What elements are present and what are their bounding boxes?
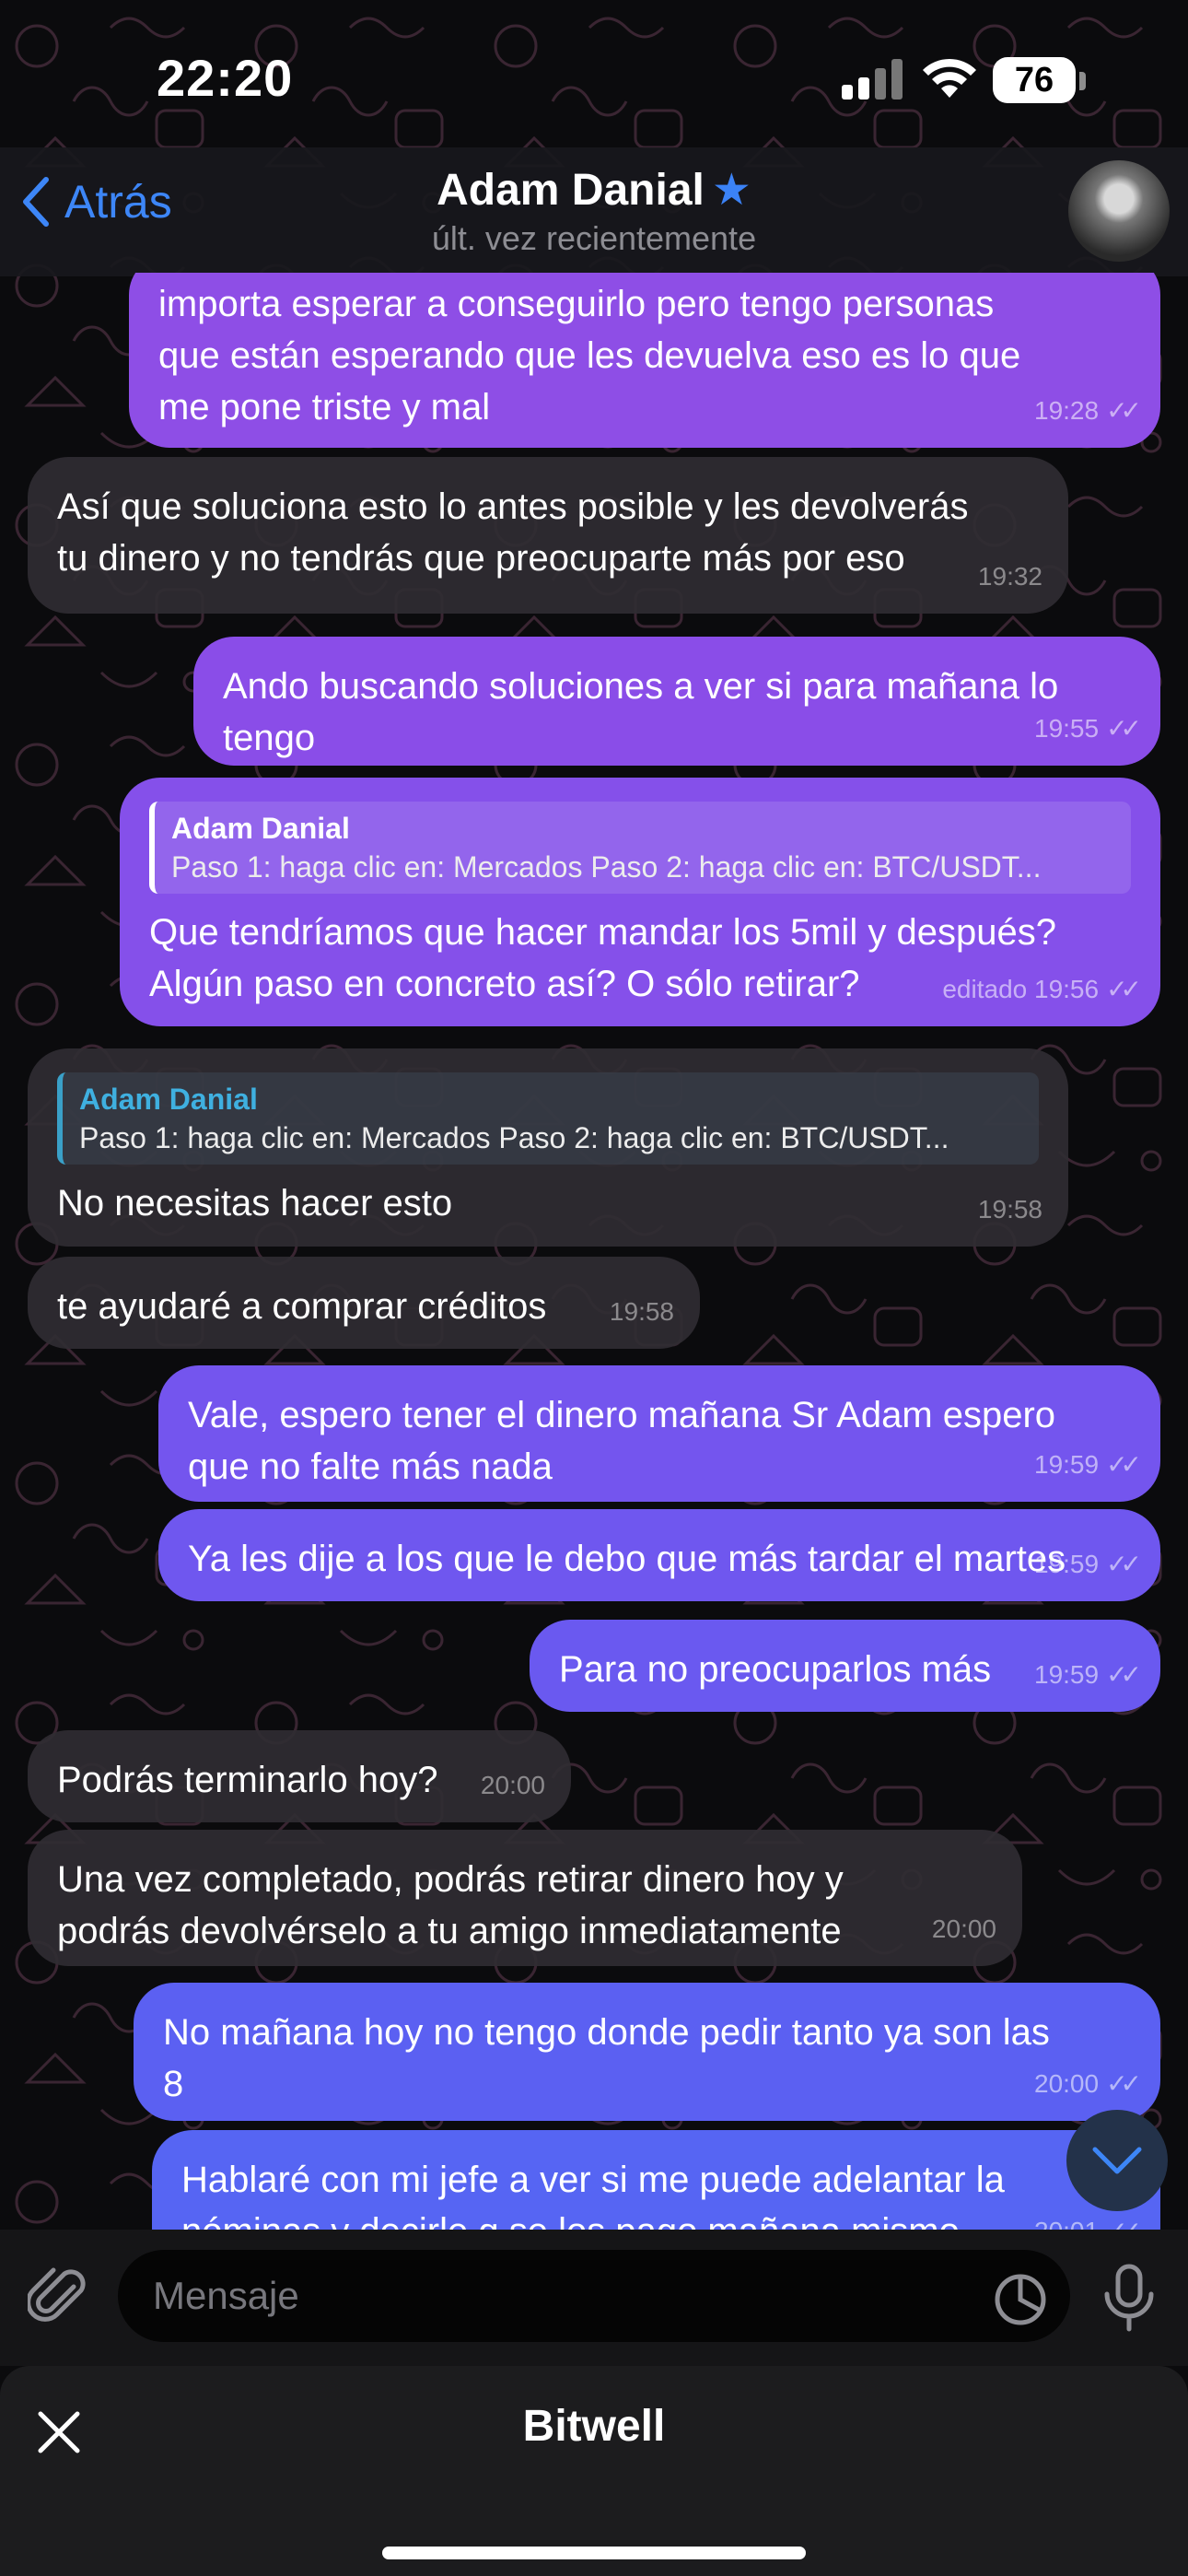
message-meta: editado 19:56 ✓✓ [942, 964, 1142, 1015]
message-meta: 19:59 ✓✓ [1034, 1649, 1142, 1701]
last-seen-status: últ. vez recientemente [431, 219, 757, 257]
incoming-message[interactable]: Una vez completado, podrás retirar diner… [28, 1830, 1022, 1966]
cellular-signal-icon [842, 59, 903, 100]
paperclip-icon[interactable] [28, 2266, 92, 2331]
message-time: 19:28 [1034, 396, 1100, 425]
message-meta: 19:58 [978, 1184, 1042, 1235]
avatar[interactable] [1068, 160, 1170, 262]
message-input-placeholder: Mensaje [153, 2274, 299, 2317]
sticker-icon[interactable] [993, 2272, 1048, 2327]
message-text: No necesitas hacer esto [57, 1183, 453, 1224]
microphone-icon[interactable] [1101, 2263, 1157, 2333]
message-meta: 20:00 [481, 1760, 545, 1811]
message-text: Hablaré con mi jefe a ver si me puede ad… [181, 2160, 1005, 2231]
double-check-icon: ✓✓ [1106, 975, 1142, 1003]
outgoing-message[interactable]: importa esperar a conseguirlo pero tengo… [129, 273, 1160, 448]
outgoing-message[interactable]: Hablaré con mi jefe a ver si me puede ad… [152, 2130, 1160, 2231]
message-time: 20:00 [480, 1771, 545, 1799]
message-text: Ando buscando soluciones a ver si para m… [223, 666, 1059, 758]
star-icon: ★ [711, 166, 751, 215]
message-text: No mañana hoy no tengo donde pedir tanto… [163, 2012, 1050, 2104]
message-text: Ya les dije a los que le debo que más ta… [188, 1539, 1066, 1579]
sheet-title: Bitwell [522, 2402, 666, 2451]
incoming-message[interactable]: Adam Danial Paso 1: haga clic en: Mercado… [28, 1048, 1068, 1247]
double-check-icon: ✓✓ [1106, 1450, 1142, 1479]
message-meta: 19:59 ✓✓ [1034, 1439, 1142, 1491]
message-time: 19:59 [1034, 1450, 1100, 1479]
chat-header: Atrás Adam Danial ★ últ. vez recientement… [0, 147, 1188, 276]
battery-indicator: 76 [993, 57, 1076, 103]
battery-tip [1079, 72, 1086, 90]
chevron-down-icon [1092, 2147, 1142, 2174]
message-time: 19:59 [1034, 1660, 1100, 1689]
incoming-message[interactable]: Podrás terminarlo hoy? 20:00 [28, 1730, 571, 1822]
reply-snippet: Paso 1: haga clic en: Mercados Paso 2: h… [171, 850, 1042, 884]
home-indicator [382, 2547, 806, 2559]
outgoing-message[interactable]: Vale, espero tener el dinero mañana Sr A… [158, 1365, 1160, 1502]
message-meta: 19:28 ✓✓ [1034, 385, 1142, 437]
message-meta: 20:00 ✓✓ [1034, 2058, 1142, 2110]
outgoing-message[interactable]: No mañana hoy no tengo donde pedir tanto… [134, 1983, 1160, 2121]
bottom-sheet: Bitwell [0, 2366, 1188, 2576]
message-meta: 20:00 [932, 1903, 996, 1955]
double-check-icon: ✓✓ [1106, 714, 1142, 743]
double-check-icon: ✓✓ [1106, 396, 1142, 425]
message-meta: 19:58 [610, 1286, 674, 1338]
battery-level: 76 [1014, 60, 1054, 100]
message-text: te ayudaré a comprar créditos [57, 1286, 547, 1327]
outgoing-message[interactable]: Para no preocuparlos más 19:59 ✓✓ [530, 1620, 1160, 1712]
message-text: importa esperar a conseguirlo pero tengo… [158, 284, 1021, 427]
reply-quote[interactable]: Adam Danial Paso 1: haga clic en: Mercado… [149, 802, 1131, 894]
scroll-down-button[interactable] [1066, 2110, 1168, 2211]
message-time: 20:00 [1034, 2069, 1100, 2098]
reply-quote[interactable]: Adam Danial Paso 1: haga clic en: Mercado… [57, 1072, 1039, 1165]
double-check-icon: ✓✓ [1106, 1550, 1142, 1578]
message-time: 19:58 [609, 1297, 674, 1326]
reply-author: Adam Danial [171, 812, 350, 845]
status-bar: 22:20 76 [0, 0, 1188, 157]
incoming-message[interactable]: Así que soluciona esto lo antes posible … [28, 457, 1068, 614]
message-time: 19:32 [977, 562, 1042, 591]
reply-snippet: Paso 1: haga clic en: Mercados Paso 2: h… [79, 1121, 949, 1154]
incoming-message[interactable]: te ayudaré a comprar créditos 19:58 [28, 1257, 700, 1349]
message-time: 19:59 [1034, 1550, 1100, 1578]
message-input[interactable]: Mensaje [118, 2250, 1070, 2342]
chat-title[interactable]: Adam Danial ★ [0, 164, 1188, 216]
message-text: Una vez completado, podrás retirar diner… [57, 1859, 844, 1951]
message-list[interactable]: importa esperar a conseguirlo pero tengo… [0, 273, 1188, 2231]
reply-author: Adam Danial [79, 1083, 258, 1116]
outgoing-message[interactable]: Adam Danial Paso 1: haga clic en: Mercado… [120, 778, 1160, 1026]
message-text: Podrás terminarlo hoy? [57, 1760, 438, 1800]
double-check-icon: ✓✓ [1106, 1660, 1142, 1689]
message-meta: 19:32 [978, 551, 1042, 603]
contact-name: Adam Danial [437, 166, 705, 215]
status-time: 22:20 [157, 49, 294, 107]
message-text: Así que soluciona esto lo antes posible … [57, 486, 969, 579]
wifi-icon [923, 58, 976, 98]
message-meta: 19:55 ✓✓ [1034, 703, 1142, 755]
message-input-bar: Mensaje [0, 2230, 1188, 2366]
message-time: 20:00 [931, 1914, 996, 1943]
double-check-icon: ✓✓ [1106, 2069, 1142, 2098]
message-time: 20:01 [1034, 2206, 1099, 2231]
message-time: 19:55 [1034, 714, 1100, 743]
message-time: editado 19:56 [942, 975, 1100, 1003]
outgoing-message[interactable]: Ando buscando soluciones a ver si para m… [193, 637, 1160, 766]
message-time: 19:58 [977, 1195, 1042, 1224]
message-meta: 19:59 ✓✓ [1034, 1539, 1142, 1590]
outgoing-message[interactable]: Ya les dije a los que le debo que más ta… [158, 1509, 1160, 1601]
message-text: Vale, espero tener el dinero mañana Sr A… [188, 1395, 1056, 1487]
